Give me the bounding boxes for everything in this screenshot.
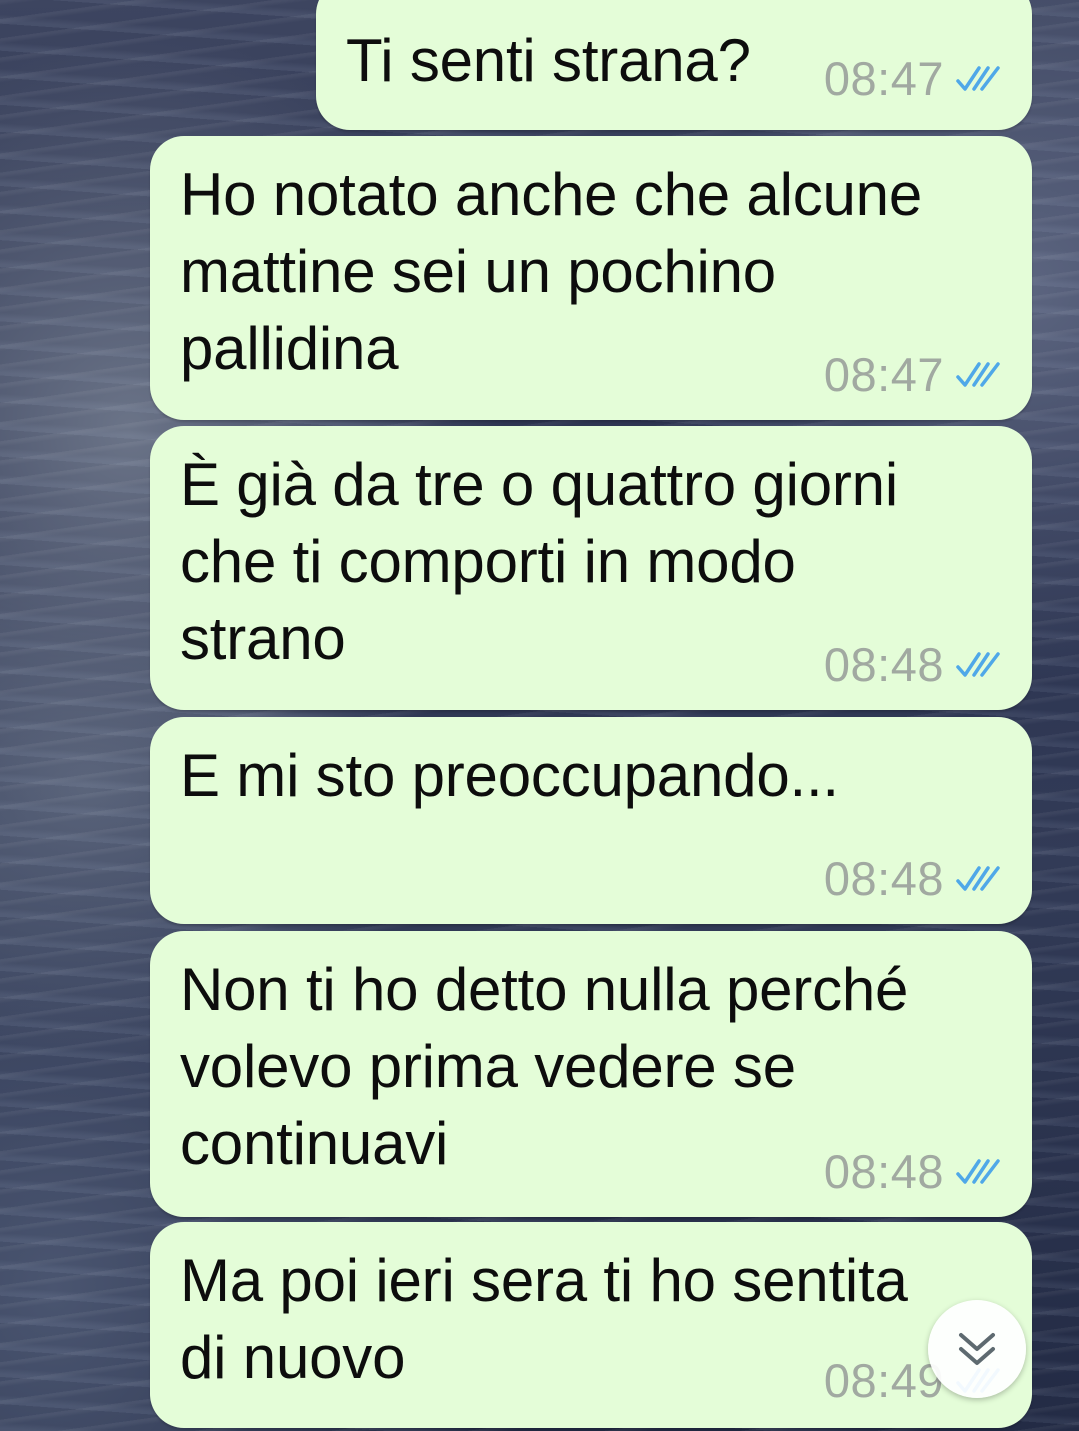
message-meta: 08:48 [824, 637, 1002, 692]
message-bubble[interactable]: E mi sto preoccupando... 08:48 [150, 717, 1032, 924]
message-bubble[interactable]: Ti senti strana? 08:47 [316, 0, 1032, 130]
double-check-read-icon [956, 865, 1000, 891]
message-bubble[interactable]: Ho notato anche che alcune mattine sei u… [150, 136, 1032, 420]
message-text: E mi sto preoccupando... [180, 742, 839, 809]
double-check-read-icon [956, 65, 1000, 91]
message-time: 08:47 [823, 348, 944, 401]
message-time: 08:48 [823, 638, 944, 691]
message-bubble[interactable]: Non ti ho detto nulla perché volevo prim… [150, 931, 1032, 1217]
message-bubble[interactable]: È già da tre o quattro giorni che ti com… [150, 426, 1032, 710]
message-meta: 08:48 [824, 1144, 1002, 1199]
message-time: 08:48 [823, 852, 944, 905]
message-time: 08:49 [823, 1354, 944, 1407]
message-meta: 08:48 [824, 851, 1002, 906]
double-check-read-icon [956, 651, 1000, 677]
scroll-to-bottom-button[interactable] [928, 1300, 1026, 1398]
message-meta: 08:47 [824, 51, 1002, 106]
double-chevron-down-icon [959, 1333, 995, 1365]
message-bubble[interactable]: Ma poi ieri sera ti ho sentita di nuovo … [150, 1222, 1032, 1428]
message-meta: 08:47 [824, 347, 1002, 402]
message-time: 08:47 [823, 52, 944, 105]
double-check-read-icon [956, 1158, 1000, 1184]
message-time: 08:48 [823, 1145, 944, 1198]
double-check-read-icon [956, 361, 1000, 387]
